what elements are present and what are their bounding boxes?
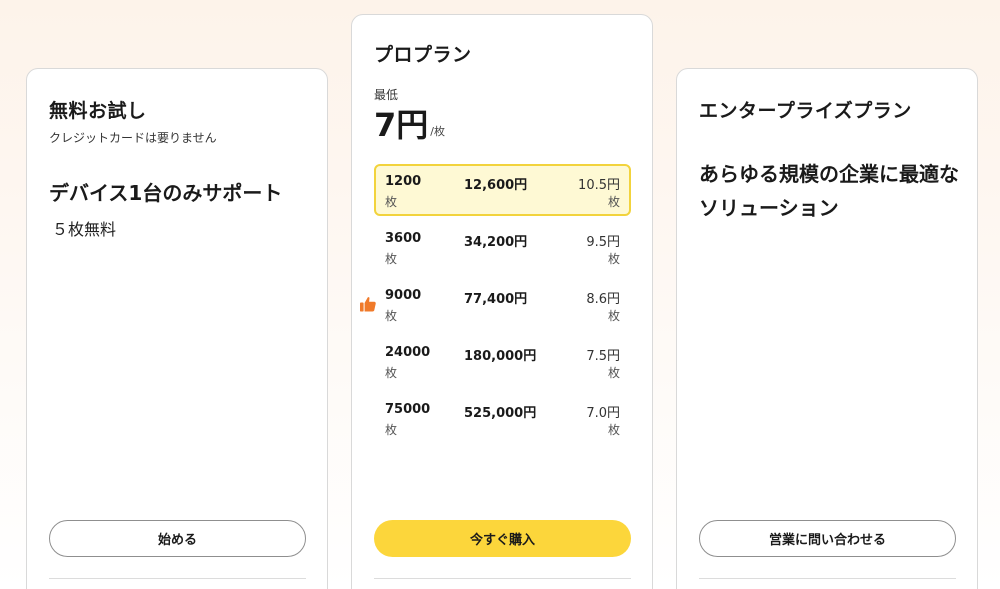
pricing-tier-9000[interactable]: 9000 枚 77,400円 8.6円 枚 bbox=[374, 278, 631, 330]
free-plan-title: 無料お試し bbox=[49, 100, 147, 122]
tier-quantity-unit: 枚 bbox=[385, 366, 398, 380]
tier-unit-price-unit: 枚 bbox=[607, 366, 620, 380]
tier-quantity-unit: 枚 bbox=[385, 309, 398, 323]
start-button[interactable]: 始める bbox=[49, 520, 306, 557]
tier-total-price: 34,200円 bbox=[464, 235, 528, 250]
tier-quantity: 24000 bbox=[385, 345, 431, 360]
tier-unit-price-unit: 枚 bbox=[607, 252, 620, 266]
tier-unit-price: 8.6円 bbox=[586, 292, 620, 307]
pricing-tier-1200[interactable]: 1200 枚 12,600円 10.5円 枚 bbox=[374, 164, 631, 216]
tier-quantity-unit: 枚 bbox=[385, 252, 398, 266]
min-price: 7円 bbox=[374, 106, 429, 144]
tier-quantity: 1200 bbox=[385, 174, 422, 189]
pricing-tier-24000[interactable]: 24000 枚 180,000円 7.5円 枚 bbox=[374, 335, 631, 387]
buy-now-button[interactable]: 今すぐ購入 bbox=[374, 520, 631, 557]
free-plan-headline: デバイス1台のみサポート bbox=[49, 181, 283, 205]
enterprise-plan-headline: あらゆる規模の企業に最適なソリューション bbox=[699, 162, 959, 220]
pro-plan-title: プロプラン bbox=[374, 44, 472, 66]
tier-total-price: 12,600円 bbox=[464, 178, 528, 193]
thumbs-up-icon bbox=[359, 295, 377, 313]
tier-total-price: 77,400円 bbox=[464, 292, 528, 307]
pricing-tier-list: 1200 枚 12,600円 10.5円 枚 3600 枚 34,200円 9.… bbox=[374, 164, 631, 449]
pricing-tier-75000[interactable]: 75000 枚 525,000円 7.0円 枚 bbox=[374, 392, 631, 444]
pro-plan-card: プロプラン 最低 7円 /枚 1200 枚 12,600円 10.5円 枚 36… bbox=[351, 14, 653, 589]
enterprise-plan-card: エンタープライズプラン あらゆる規模の企業に最適なソリューション 営業に問い合わ… bbox=[676, 68, 978, 589]
tier-quantity: 3600 bbox=[385, 231, 422, 246]
tier-unit-price: 7.5円 bbox=[586, 349, 620, 364]
tier-unit-price-unit: 枚 bbox=[607, 195, 620, 209]
tier-quantity: 9000 bbox=[385, 288, 422, 303]
tier-quantity: 75000 bbox=[385, 402, 431, 417]
tier-quantity-unit: 枚 bbox=[385, 423, 398, 437]
min-price-label: 最低 bbox=[374, 88, 399, 102]
free-plan-subtitle: クレジットカードは要りません bbox=[49, 131, 217, 145]
tier-unit-price: 10.5円 bbox=[578, 178, 620, 193]
divider bbox=[49, 578, 306, 579]
enterprise-plan-title: エンタープライズプラン bbox=[699, 100, 912, 122]
tier-total-price: 525,000円 bbox=[464, 406, 537, 421]
tier-unit-price: 9.5円 bbox=[586, 235, 620, 250]
tier-quantity-unit: 枚 bbox=[385, 195, 398, 209]
price-unit: /枚 bbox=[430, 125, 445, 138]
tier-unit-price: 7.0円 bbox=[586, 406, 620, 421]
tier-total-price: 180,000円 bbox=[464, 349, 537, 364]
free-trial-card: 無料お試し クレジットカードは要りません デバイス1台のみサポート ５枚無料 始… bbox=[26, 68, 328, 589]
tier-unit-price-unit: 枚 bbox=[607, 423, 620, 437]
contact-sales-button[interactable]: 営業に問い合わせる bbox=[699, 520, 956, 557]
tier-unit-price-unit: 枚 bbox=[607, 309, 620, 323]
pricing-tier-3600[interactable]: 3600 枚 34,200円 9.5円 枚 bbox=[374, 221, 631, 273]
divider bbox=[374, 578, 631, 579]
divider bbox=[699, 578, 956, 579]
free-plan-count: ５枚無料 bbox=[52, 220, 117, 239]
price-row: 7円 /枚 bbox=[374, 107, 445, 143]
